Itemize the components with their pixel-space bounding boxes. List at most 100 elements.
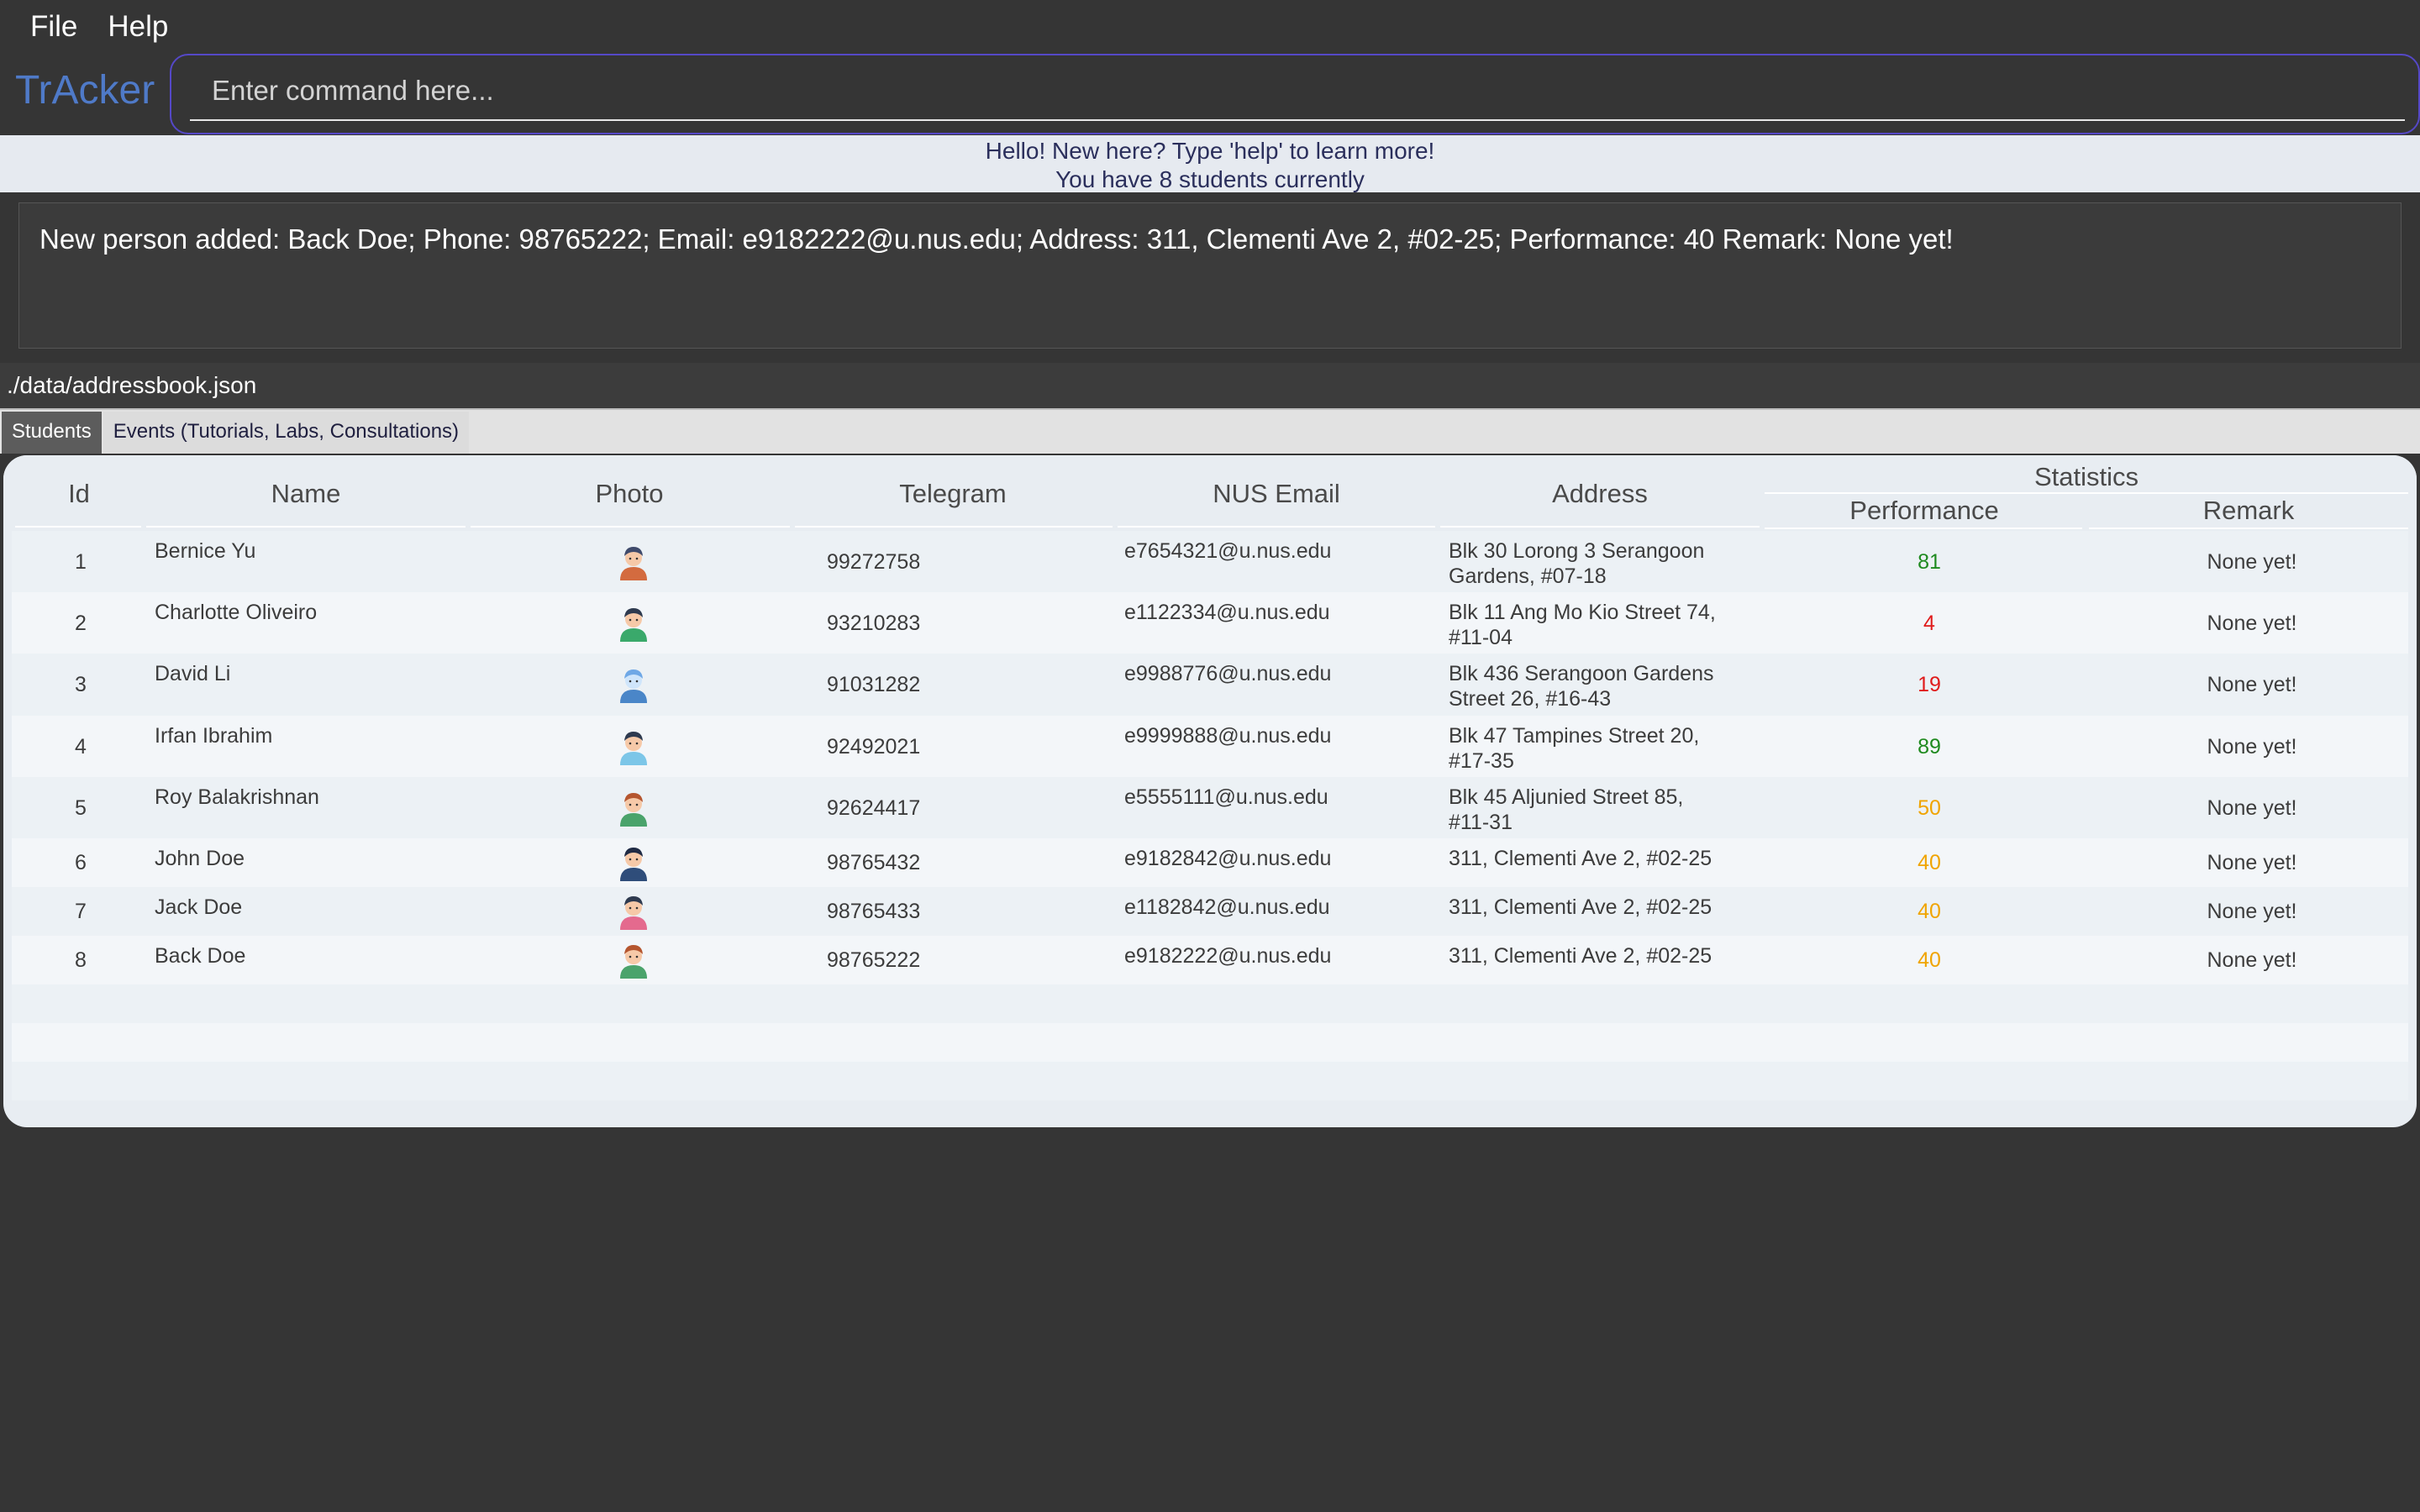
- cell-email: e7654321@u.nus.edu: [1124, 539, 1332, 563]
- cell-address-line1: Blk 47 Tampines Street 20,: [1449, 724, 1700, 748]
- cell-performance: 50: [1918, 796, 1941, 820]
- cell-telegram: 98765432: [827, 851, 921, 874]
- cell-remark: None yet!: [2207, 796, 2297, 820]
- cell-name: Back Doe: [155, 944, 246, 968]
- statistics-divider: [1765, 492, 2408, 494]
- cell-remark: None yet!: [2207, 550, 2297, 574]
- header-photo[interactable]: Photo: [474, 479, 785, 509]
- header-divider: [795, 526, 1113, 528]
- cell-performance: 19: [1918, 673, 1941, 696]
- cell-remark: None yet!: [2207, 851, 2297, 874]
- table-row[interactable]: 3 David Li 91031282 e9988776@u.nus.edu Blk 4…: [12, 654, 2408, 716]
- cell-address-line1: 311, Clementi Ave 2, #02-25: [1449, 895, 1712, 919]
- table-row[interactable]: 4 Irfan Ibrahim 92492021 e9999888@u.nus.edu…: [12, 716, 2408, 777]
- table-row[interactable]: 5 Roy Balakrishnan 92624417 e5555111@u.nus.…: [12, 777, 2408, 838]
- cell-remark: None yet!: [2207, 612, 2297, 635]
- cell-name: Bernice Yu: [155, 539, 256, 563]
- header-remark[interactable]: Remark: [2089, 496, 2408, 526]
- student-computer-icon: [613, 664, 654, 705]
- cell-id: 8: [75, 948, 87, 972]
- cell-name: David Li: [155, 662, 231, 685]
- header-performance[interactable]: Performance: [1765, 496, 2084, 526]
- result-panel: New person added: Back Doe; Phone: 98765…: [0, 192, 2420, 357]
- cell-remark: None yet!: [2207, 673, 2297, 696]
- header-divider: [1440, 526, 1760, 528]
- cell-email: e1122334@u.nus.edu: [1124, 601, 1330, 624]
- tab-students[interactable]: Students: [2, 412, 102, 454]
- cell-address-line1: Blk 11 Ang Mo Kio Street 74,: [1449, 601, 1716, 624]
- header-telegram[interactable]: Telegram: [793, 479, 1113, 509]
- table-row[interactable]: 2 Charlotte Oliveiro 93210283 e1122334@u.nu…: [12, 592, 2408, 654]
- cell-address-line2: #11-31: [1449, 811, 1512, 834]
- cell-id: 1: [75, 550, 87, 574]
- cell-performance: 40: [1918, 900, 1941, 923]
- cell-performance: 40: [1918, 948, 1941, 972]
- teacher-icon: [613, 891, 654, 932]
- menu-bar: File Help: [0, 0, 2420, 54]
- cell-performance: 40: [1918, 851, 1941, 874]
- empty-row: [12, 1023, 2408, 1062]
- cell-email: e9182842@u.nus.edu: [1124, 847, 1332, 870]
- cell-address-line1: 311, Clementi Ave 2, #02-25: [1449, 847, 1712, 870]
- table-row[interactable]: 1 Bernice Yu 99272758 e7654321@u.nus.edu Blk…: [12, 531, 2408, 592]
- menu-help[interactable]: Help: [92, 0, 183, 54]
- app-title: TrAcker: [15, 68, 155, 113]
- header-statistics: Statistics: [2033, 462, 2139, 491]
- table-header: Id Name Photo Telegram NUS Email Address…: [3, 455, 2417, 529]
- cell-address-line1: Blk 30 Lorong 3 Serangoon: [1449, 539, 1705, 563]
- cell-address-line2: Street 26, #16-43: [1449, 687, 1612, 711]
- command-row: TrAcker: [0, 54, 2420, 136]
- graduate-icon: [613, 843, 654, 883]
- header-address[interactable]: Address: [1440, 479, 1760, 509]
- cell-remark: None yet!: [2207, 948, 2297, 972]
- cell-email: e9999888@u.nus.edu: [1124, 724, 1332, 748]
- cell-name: Charlotte Oliveiro: [155, 601, 318, 624]
- student-girl-icon: [613, 940, 654, 980]
- cell-address-line1: Blk 45 Aljunied Street 85,: [1449, 785, 1684, 809]
- table-row[interactable]: 6 John Doe 98765432 e9182842@u.nus.edu 311, …: [12, 838, 2408, 887]
- student-boy-icon: [613, 603, 654, 643]
- header-divider: [1118, 526, 1435, 528]
- student-girl-icon: [613, 788, 654, 828]
- header-divider: [15, 526, 141, 528]
- command-input[interactable]: [190, 62, 2405, 121]
- cell-remark: None yet!: [2207, 900, 2297, 923]
- student-female-icon: [613, 542, 654, 582]
- cell-telegram: 91031282: [827, 673, 921, 696]
- cell-performance: 4: [1923, 612, 1935, 635]
- cell-id: 6: [75, 851, 87, 874]
- cell-telegram: 92624417: [827, 796, 921, 820]
- cell-address-line1: Blk 436 Serangoon Gardens: [1449, 662, 1714, 685]
- student-table: Id Name Photo Telegram NUS Email Address…: [3, 455, 2417, 1127]
- cell-name: Irfan Ibrahim: [155, 724, 273, 748]
- cell-telegram: 98765222: [827, 948, 921, 972]
- cell-address-line2: #17-35: [1449, 749, 1514, 773]
- cell-remark: None yet!: [2207, 735, 2297, 759]
- cell-telegram: 92492021: [827, 735, 921, 759]
- empty-row: [12, 984, 2408, 1023]
- cell-id: 2: [75, 612, 87, 635]
- header-divider: [1765, 528, 2082, 529]
- header-id[interactable]: Id: [37, 479, 121, 509]
- cell-email: e1182842@u.nus.edu: [1124, 895, 1330, 919]
- cell-telegram: 99272758: [827, 550, 921, 574]
- cell-id: 4: [75, 735, 87, 759]
- cell-email: e5555111@u.nus.edu: [1124, 785, 1328, 809]
- cell-name: John Doe: [155, 847, 245, 870]
- header-divider: [2089, 528, 2408, 529]
- empty-row: [12, 1062, 2408, 1100]
- header-name[interactable]: Name: [138, 479, 474, 509]
- cell-name: Roy Balakrishnan: [155, 785, 319, 809]
- cell-address-line1: 311, Clementi Ave 2, #02-25: [1449, 944, 1712, 968]
- header-divider: [471, 526, 790, 528]
- tab-events[interactable]: Events (Tutorials, Labs, Consultations): [103, 412, 470, 454]
- command-box: [170, 54, 2420, 134]
- cell-telegram: 93210283: [827, 612, 921, 635]
- table-row[interactable]: 8 Back Doe 98765222 e9182222@u.nus.edu 311, …: [12, 936, 2408, 984]
- header-email[interactable]: NUS Email: [1117, 479, 1436, 509]
- tab-bar: Students Events (Tutorials, Labs, Consul…: [0, 408, 2420, 454]
- table-row[interactable]: 7 Jack Doe 98765433 e1182842@u.nus.edu 311, …: [12, 887, 2408, 936]
- cell-address-line2: #11-04: [1449, 626, 1512, 649]
- banner-greeting: Hello! New here? Type 'help' to learn mo…: [985, 138, 1435, 164]
- menu-file[interactable]: File: [15, 0, 92, 54]
